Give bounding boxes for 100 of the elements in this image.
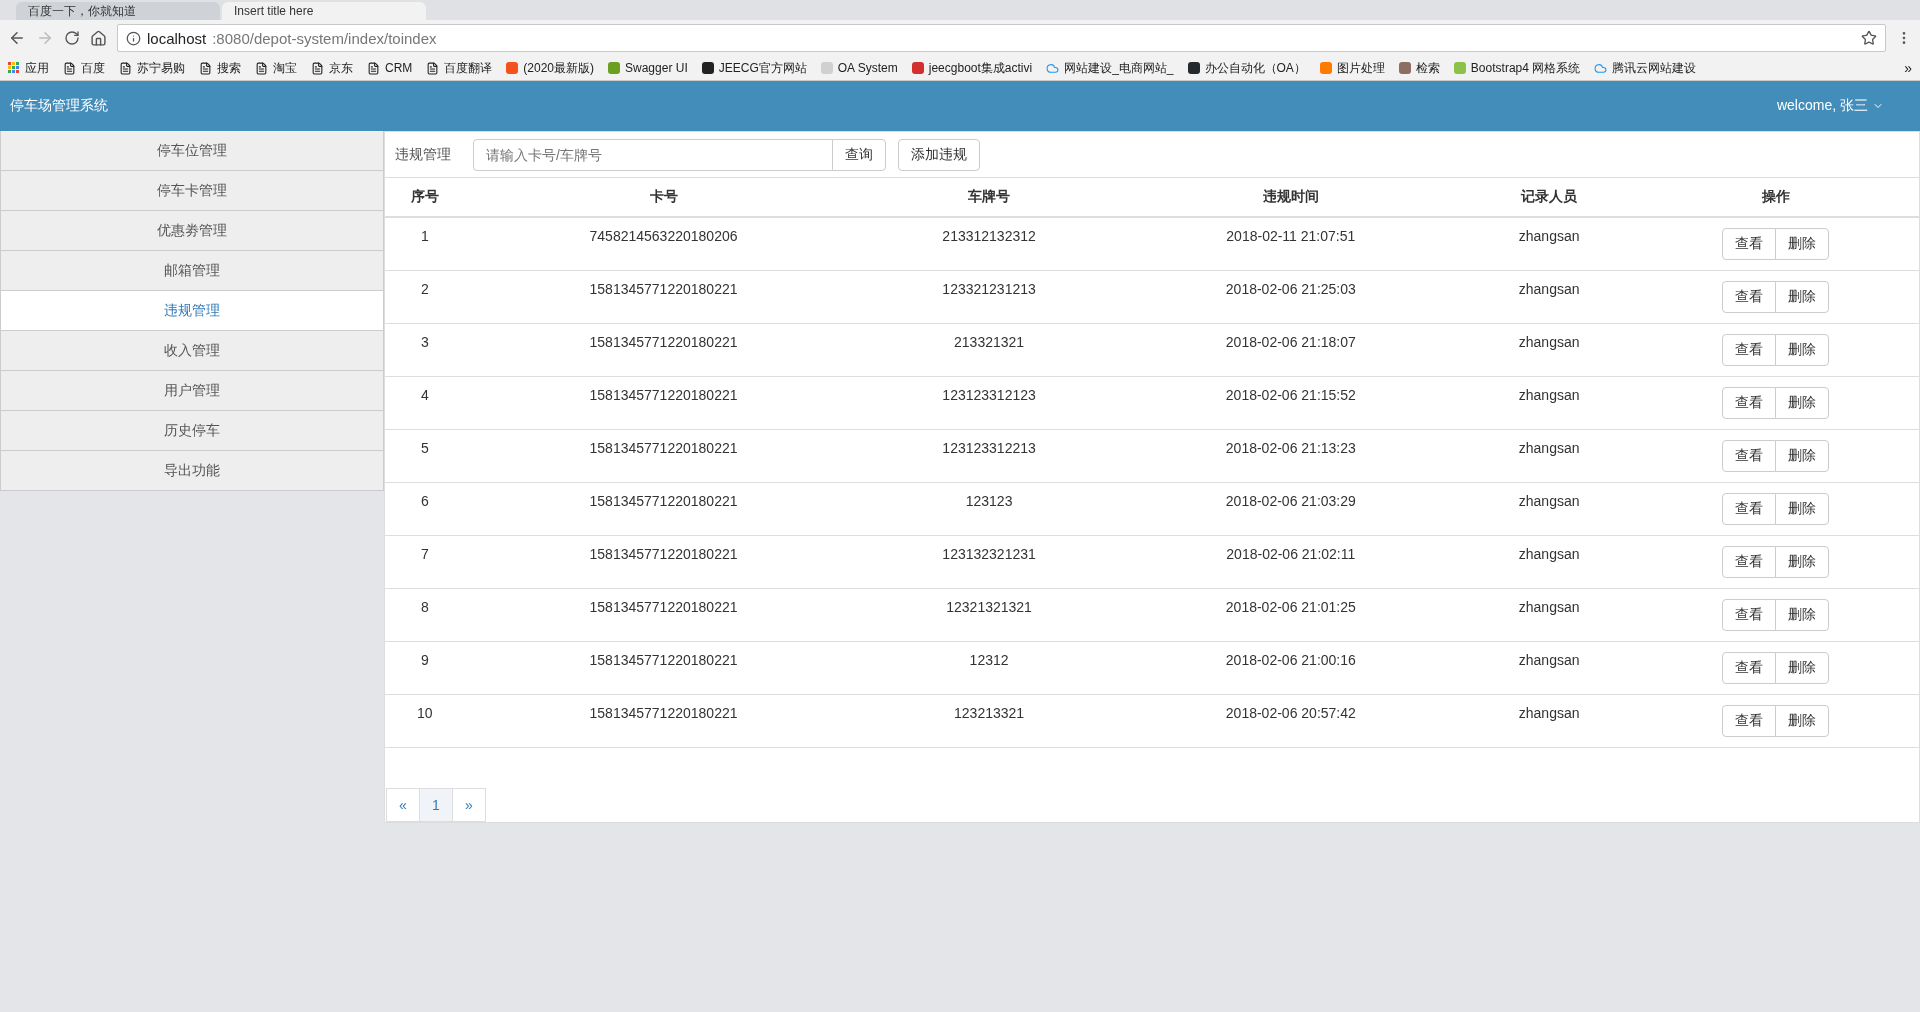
table-cell: 1581345771220180221 bbox=[589, 652, 738, 668]
sidebar-item[interactable]: 收入管理 bbox=[0, 331, 384, 371]
sidebar-item[interactable]: 停车卡管理 bbox=[0, 171, 384, 211]
bookmark-link[interactable]: 苏宁易购 bbox=[119, 59, 185, 77]
delete-button[interactable]: 删除 bbox=[1774, 387, 1829, 419]
table-cell: zhangsan bbox=[1518, 705, 1580, 721]
table-cell: 213312132312 bbox=[942, 228, 1036, 244]
table-cell: 123123312123 bbox=[942, 387, 1036, 403]
delete-button[interactable]: 删除 bbox=[1774, 281, 1829, 313]
table-cell: 123132321231 bbox=[942, 546, 1036, 562]
view-button[interactable]: 查看 bbox=[1721, 599, 1776, 631]
bookmark-label: (2020最新版) bbox=[523, 59, 594, 77]
table-cell: 5 bbox=[420, 440, 429, 456]
bookmark-label: 腾讯云网站建设 bbox=[1612, 59, 1697, 77]
bookmark-label: 京东 bbox=[329, 59, 353, 77]
table-cell: zhangsan bbox=[1518, 387, 1580, 403]
cloud-icon bbox=[1046, 61, 1060, 75]
reload-icon[interactable] bbox=[64, 30, 80, 46]
page-icon bbox=[63, 61, 76, 75]
search-field[interactable]: 请输入卡号/车牌号 bbox=[473, 138, 833, 171]
bookmark-label: 图片处理 bbox=[1336, 59, 1385, 77]
add-button[interactable]: 添加违规 bbox=[898, 138, 980, 171]
sidebar-item[interactable]: 违规管理 bbox=[0, 291, 384, 331]
page-link[interactable]: « bbox=[386, 788, 420, 822]
section-label: 违规管理 bbox=[395, 145, 451, 164]
delete-button[interactable]: 删除 bbox=[1774, 705, 1829, 737]
delete-button[interactable]: 删除 bbox=[1774, 652, 1829, 684]
more-bookmarks[interactable]: » bbox=[1904, 60, 1912, 76]
view-button[interactable]: 查看 bbox=[1721, 705, 1776, 737]
bookmark-link[interactable]: 淘宝 bbox=[255, 59, 297, 77]
bookmark-link[interactable]: Swagger UI bbox=[608, 61, 688, 75]
view-button[interactable]: 查看 bbox=[1721, 281, 1776, 313]
delete-button[interactable]: 删除 bbox=[1774, 228, 1829, 260]
bookmark-link[interactable]: 百度翻译 bbox=[426, 59, 493, 77]
table-cell: zhangsan bbox=[1518, 652, 1580, 668]
delete-button[interactable]: 删除 bbox=[1774, 334, 1829, 366]
sidebar-item[interactable]: 导出功能 bbox=[0, 451, 384, 491]
back-icon[interactable] bbox=[8, 29, 26, 47]
star-icon[interactable] bbox=[1861, 30, 1877, 46]
view-button[interactable]: 查看 bbox=[1721, 387, 1776, 419]
sidebar-item[interactable]: 优惠劵管理 bbox=[0, 211, 384, 251]
address-bar[interactable]: localhost :8080/depot-system/index/toindex bbox=[117, 24, 1886, 52]
app-title: 停车场管理系统 bbox=[10, 97, 108, 115]
page-link[interactable]: 1 bbox=[419, 788, 453, 822]
page-icon bbox=[311, 61, 324, 75]
page-link[interactable]: » bbox=[452, 788, 486, 822]
sidebar-item[interactable]: 用户管理 bbox=[0, 371, 384, 411]
page-icon bbox=[367, 61, 380, 75]
delete-button[interactable]: 删除 bbox=[1774, 440, 1829, 472]
sidebar-item[interactable]: 邮箱管理 bbox=[0, 251, 384, 291]
delete-button[interactable]: 删除 bbox=[1774, 546, 1829, 578]
bookmark-link[interactable]: 百度 bbox=[63, 59, 105, 77]
view-button[interactable]: 查看 bbox=[1721, 334, 1776, 366]
table-cell: 123123 bbox=[965, 493, 1013, 509]
bookmark-link[interactable]: JEECG官方网站 bbox=[701, 59, 807, 77]
table-cell: zhangsan bbox=[1518, 493, 1580, 509]
sidebar-item[interactable]: 历史停车 bbox=[0, 411, 384, 451]
table-cell: 2018-02-06 21:15:52 bbox=[1225, 387, 1356, 403]
view-button[interactable]: 查看 bbox=[1721, 440, 1776, 472]
view-button[interactable]: 查看 bbox=[1721, 546, 1776, 578]
table-cell: 2018-02-06 21:18:07 bbox=[1225, 334, 1356, 350]
table-cell: 1581345771220180221 bbox=[589, 493, 738, 509]
browser-tab[interactable]: 百度一下，你就知道 bbox=[16, 2, 220, 20]
delete-button[interactable]: 删除 bbox=[1774, 493, 1829, 525]
table-cell: 2018-02-06 21:13:23 bbox=[1225, 440, 1356, 456]
bookmark-link[interactable]: OA System bbox=[820, 61, 898, 75]
url-host: localhost bbox=[147, 29, 207, 47]
bookmark-link[interactable]: 应用 bbox=[8, 59, 49, 77]
bookmark-label: 百度 bbox=[81, 59, 105, 77]
table-cell: 7 bbox=[420, 546, 429, 562]
bookmark-link[interactable]: 图片处理 bbox=[1319, 59, 1385, 77]
table-cell: 2 bbox=[420, 281, 429, 297]
view-button[interactable]: 查看 bbox=[1721, 228, 1776, 260]
bookmark-label: 苏宁易购 bbox=[137, 59, 185, 77]
table-cell: 2018-02-06 21:01:25 bbox=[1225, 599, 1356, 615]
table-cell: 123213321 bbox=[954, 705, 1025, 721]
bookmark-link[interactable]: (2020最新版) bbox=[506, 59, 594, 77]
sidebar-item[interactable]: 停车位管理 bbox=[0, 131, 384, 171]
bookmark-link[interactable]: 腾讯云网站建设 bbox=[1594, 59, 1697, 77]
table-cell: 1581345771220180221 bbox=[589, 387, 738, 403]
table-cell: 1581345771220180221 bbox=[589, 705, 738, 721]
home-icon[interactable] bbox=[90, 29, 107, 47]
bookmark-link[interactable]: 搜索 bbox=[199, 59, 241, 77]
bookmark-link[interactable]: 京东 bbox=[311, 59, 353, 77]
table-cell: 2018-02-06 21:25:03 bbox=[1225, 281, 1356, 297]
bookmark-link[interactable]: 检索 bbox=[1398, 59, 1440, 77]
bookmark-label: 应用 bbox=[25, 59, 49, 77]
view-button[interactable]: 查看 bbox=[1721, 652, 1776, 684]
bookmark-label: JEECG官方网站 bbox=[718, 59, 807, 77]
bookmark-link[interactable]: CRM bbox=[367, 61, 413, 75]
user-menu[interactable]: welcome, 张三 bbox=[1776, 97, 1884, 115]
bookmark-label: 检索 bbox=[1415, 59, 1440, 77]
browser-tab[interactable]: Insert title here bbox=[222, 2, 426, 20]
view-button[interactable]: 查看 bbox=[1721, 493, 1776, 525]
delete-button[interactable]: 删除 bbox=[1774, 599, 1829, 631]
column-header: 车牌号 bbox=[862, 178, 1116, 217]
page-icon bbox=[255, 61, 268, 75]
search-button[interactable]: 查询 bbox=[832, 138, 886, 171]
bookmark-label: Swagger UI bbox=[625, 61, 688, 75]
table-cell: 9 bbox=[420, 652, 429, 668]
